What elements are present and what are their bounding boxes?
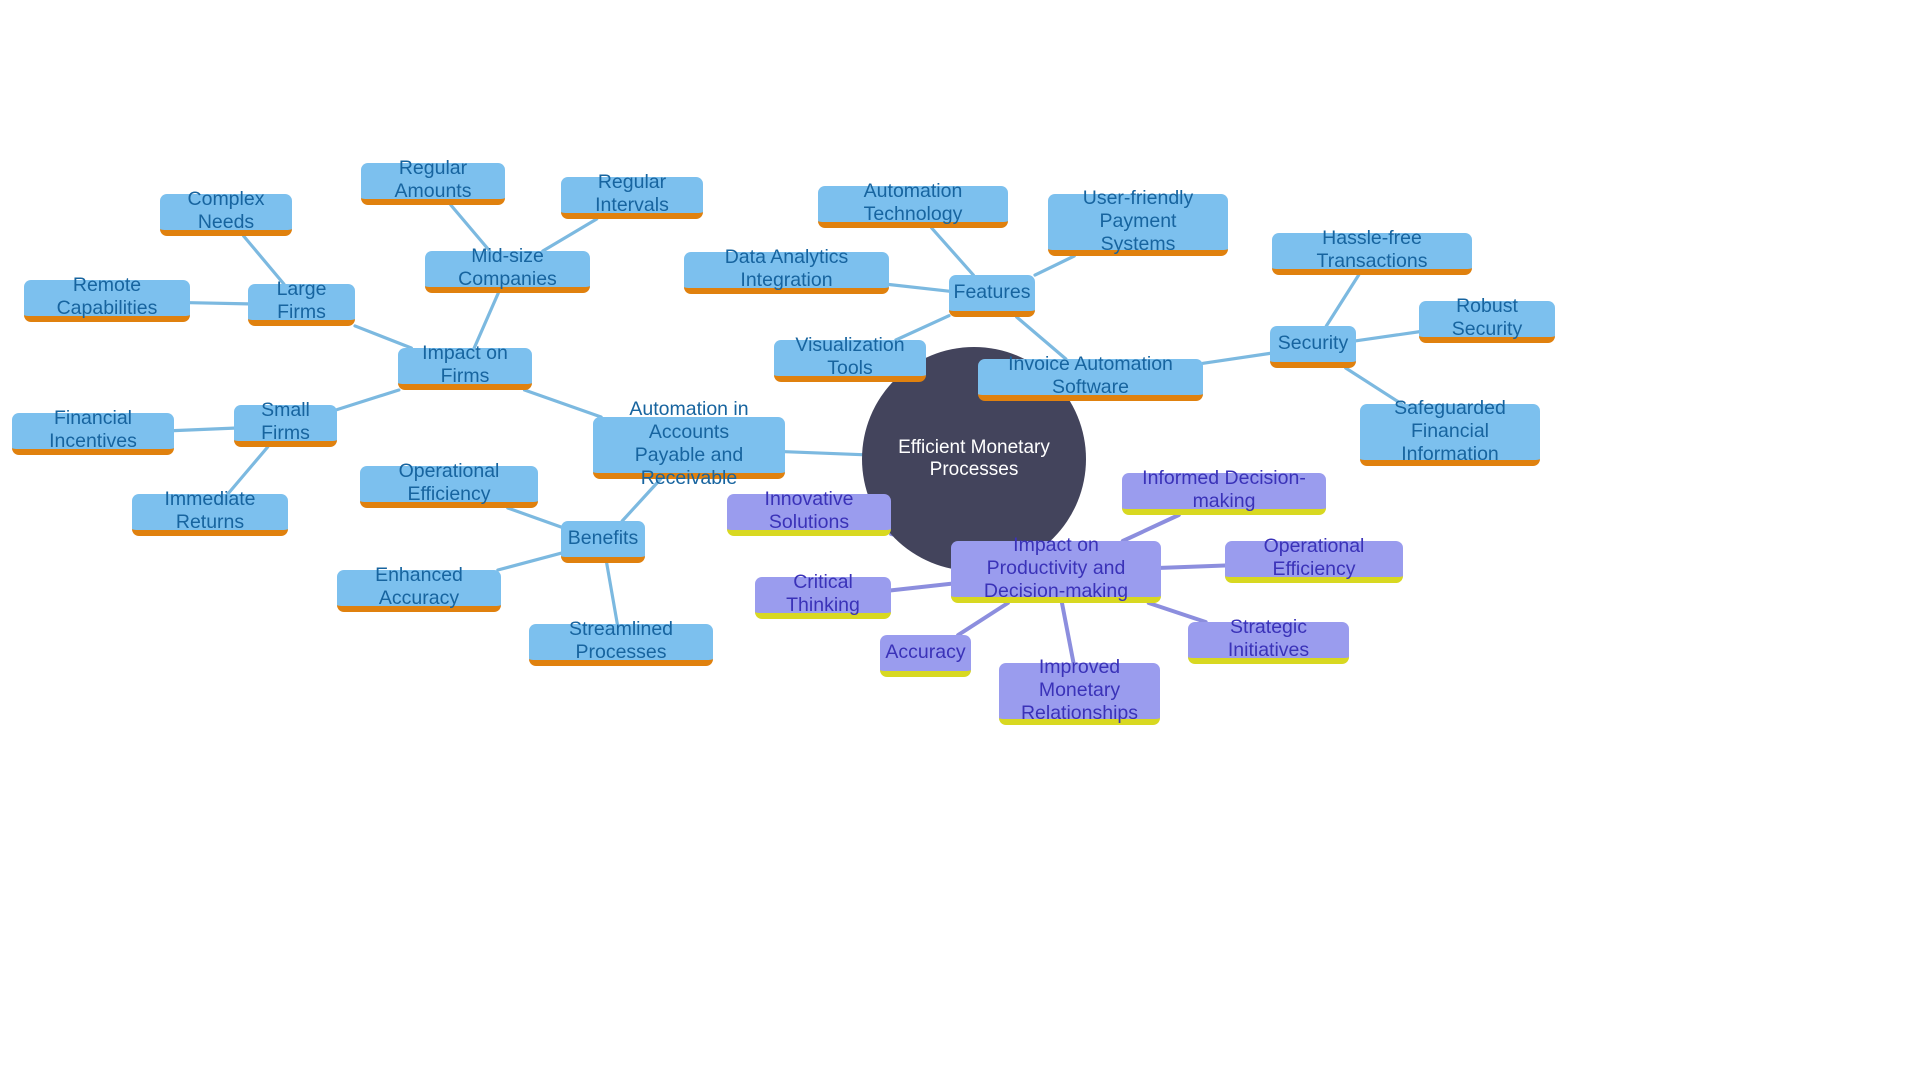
node-automation_accounts[interactable]: Automation in Accounts Payable and Recei… xyxy=(593,398,785,489)
node-improved_relationships[interactable]: Improved Monetary Relationships xyxy=(999,656,1160,725)
node-hassle_free[interactable]: Hassle-free Transactions xyxy=(1272,227,1472,275)
node-small_firms[interactable]: Small Firms xyxy=(234,399,337,447)
node-invoice_software[interactable]: Invoice Automation Software xyxy=(978,353,1203,401)
node-streamlined_processes[interactable]: Streamlined Processes xyxy=(529,618,713,666)
node-visualization_tools[interactable]: Visualization Tools xyxy=(774,334,926,382)
node-security[interactable]: Security xyxy=(1270,326,1356,368)
node-strategic_initiatives[interactable]: Strategic Initiatives xyxy=(1188,616,1349,664)
node-data_analytics[interactable]: Data Analytics Integration xyxy=(684,246,889,294)
node-regular_intervals[interactable]: Regular Intervals xyxy=(561,171,703,219)
node-robust_security[interactable]: Robust Security xyxy=(1419,295,1555,343)
node-large_firms[interactable]: Large Firms xyxy=(248,278,355,326)
node-features[interactable]: Features xyxy=(949,275,1035,317)
node-mid_size_companies[interactable]: Mid-size Companies xyxy=(425,245,590,293)
node-immediate_returns[interactable]: Immediate Returns xyxy=(132,488,288,536)
node-informed_decision[interactable]: Informed Decision-making xyxy=(1122,467,1326,515)
node-impact_on_firms[interactable]: Impact on Firms xyxy=(398,342,532,390)
node-accuracy[interactable]: Accuracy xyxy=(880,635,971,677)
node-critical_thinking[interactable]: Critical Thinking xyxy=(755,571,891,619)
node-safeguarded_info[interactable]: Safeguarded Financial Information xyxy=(1360,397,1540,466)
node-automation_technology[interactable]: Automation Technology xyxy=(818,180,1008,228)
node-innovative_solutions[interactable]: Innovative Solutions xyxy=(727,488,891,536)
node-impact_productivity[interactable]: Impact on Productivity and Decision-maki… xyxy=(951,534,1161,603)
node-financial_incentives[interactable]: Financial Incentives xyxy=(12,407,174,455)
node-payment_systems[interactable]: User-friendly Payment Systems xyxy=(1048,187,1228,256)
node-regular_amounts[interactable]: Regular Amounts xyxy=(361,157,505,205)
node-layer: Efficient Monetary Processes Complex Need… xyxy=(0,0,1920,1080)
node-benefits[interactable]: Benefits xyxy=(561,521,645,563)
node-operational_eff_blue[interactable]: Operational Efficiency xyxy=(360,460,538,508)
node-complex_needs[interactable]: Complex Needs xyxy=(160,188,292,236)
node-enhanced_accuracy[interactable]: Enhanced Accuracy xyxy=(337,564,501,612)
node-operational_eff_purple[interactable]: Operational Efficiency xyxy=(1225,535,1403,583)
node-remote_capabilities[interactable]: Remote Capabilities xyxy=(24,274,190,322)
mind-map-canvas: Efficient Monetary Processes Complex Need… xyxy=(0,0,1920,1080)
